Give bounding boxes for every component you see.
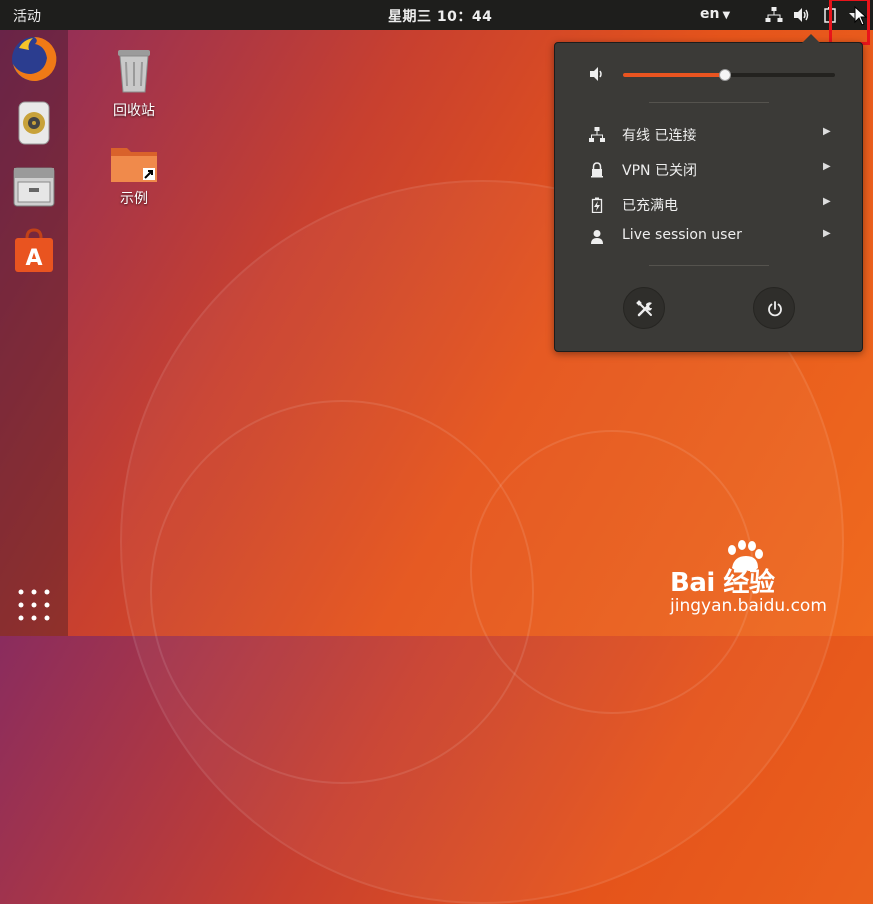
svg-text:A: A <box>25 246 42 271</box>
chevron-right-icon: ▶ <box>823 228 831 239</box>
volume-low-icon <box>590 67 602 81</box>
network-wired-icon <box>589 127 605 142</box>
power-icon <box>768 301 782 317</box>
menu-item-label: 有线 已连接 <box>622 128 697 144</box>
menu-item-vpn[interactable]: VPN 已关闭 ▶ <box>585 159 835 181</box>
system-menu: 有线 已连接 ▶ VPN 已关闭 ▶ 已充满电 ▶ Live session u… <box>554 34 863 352</box>
activities-button[interactable]: 活动 <box>13 6 41 26</box>
files-icon[interactable] <box>9 162 59 212</box>
menu-item-battery[interactable]: 已充满电 ▶ <box>585 194 835 216</box>
desktop-icon-examples[interactable]: 示例 <box>94 140 174 208</box>
separator <box>649 102 769 103</box>
menu-item-label: Live session user <box>622 227 742 243</box>
menu-item-label: 已充满电 <box>622 198 678 214</box>
desktop-icon-label: 回收站 <box>113 103 155 119</box>
desktop-icon-label: 示例 <box>120 191 148 207</box>
power-button[interactable] <box>753 287 795 329</box>
software-center-icon[interactable]: A <box>9 226 59 276</box>
settings-button[interactable] <box>623 287 665 329</box>
user-icon <box>591 230 603 244</box>
watermark-url: jingyan.baidu.com <box>670 596 827 616</box>
tools-icon <box>636 300 652 317</box>
battery-charged-icon <box>591 197 603 213</box>
watermark-brand: Bai 经验 <box>670 568 775 598</box>
desktop-icon-trash[interactable]: 回收站 <box>94 46 174 120</box>
separator <box>649 265 769 266</box>
dock: A <box>0 30 68 636</box>
rhythmbox-icon[interactable] <box>9 98 59 148</box>
chevron-right-icon: ▶ <box>823 196 831 207</box>
wallpaper-circle <box>150 400 534 784</box>
trash-icon <box>118 50 150 93</box>
volume-slider-fill <box>623 73 725 77</box>
menu-item-user[interactable]: Live session user ▶ <box>585 226 835 248</box>
folder-icon <box>111 148 157 182</box>
chevron-down-icon: ▼ <box>722 10 731 21</box>
vpn-lock-icon <box>591 162 603 178</box>
highlight-box <box>829 0 870 45</box>
volume-row <box>589 65 839 83</box>
chevron-right-icon: ▶ <box>823 161 831 172</box>
clock[interactable]: 星期三 10：44 <box>388 6 492 26</box>
volume-slider-knob[interactable] <box>718 69 731 81</box>
baidu-watermark: Bai 经验 jingyan.baidu.com <box>668 540 858 620</box>
chevron-right-icon: ▶ <box>823 126 831 137</box>
volume-icon[interactable] <box>792 6 810 24</box>
show-applications-icon[interactable] <box>17 588 51 622</box>
firefox-icon[interactable] <box>9 34 59 84</box>
language-indicator[interactable]: en ▼ <box>700 6 730 22</box>
network-wired-icon[interactable] <box>765 6 783 24</box>
volume-slider[interactable] <box>623 69 835 81</box>
menu-item-label: VPN 已关闭 <box>622 163 697 179</box>
menu-item-wired[interactable]: 有线 已连接 ▶ <box>585 124 835 146</box>
menu-arrow <box>802 34 820 43</box>
language-label: en <box>700 6 720 22</box>
top-panel: 活动 星期三 10：44 en ▼ <box>0 0 873 30</box>
